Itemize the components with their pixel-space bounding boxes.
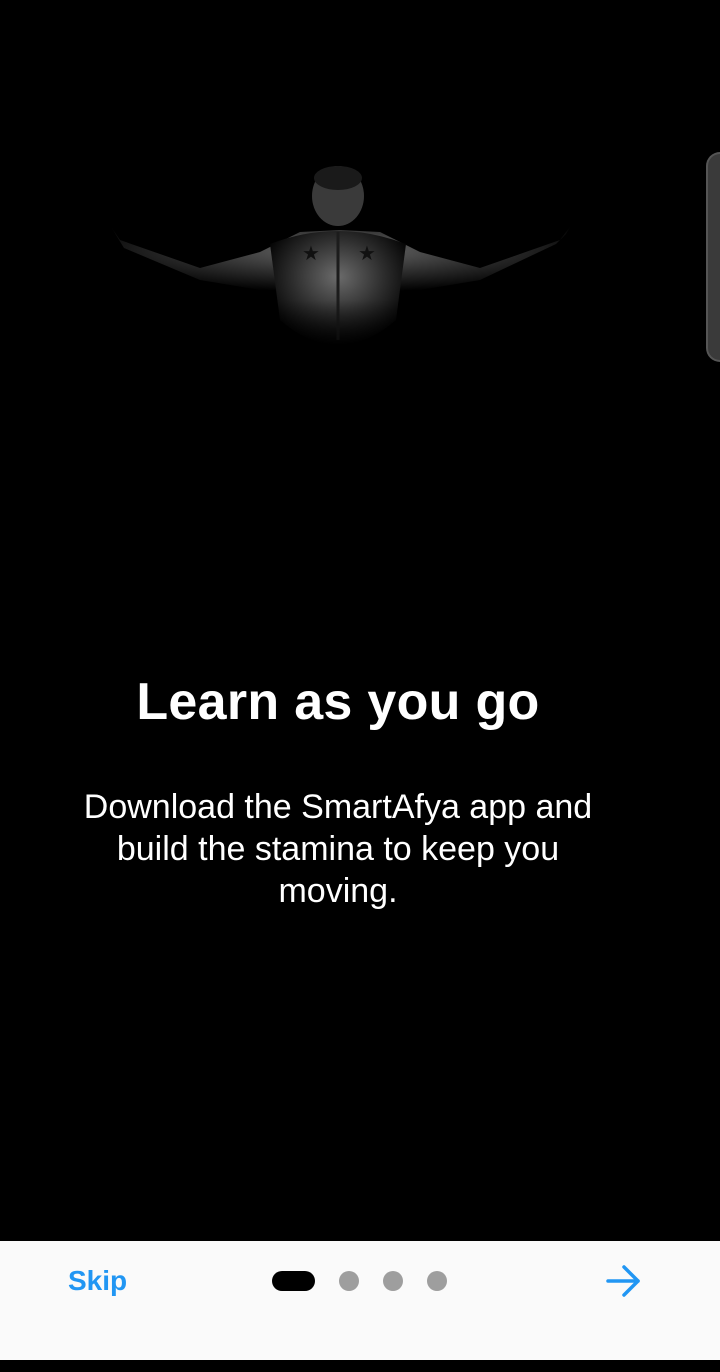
page-dot[interactable] (427, 1271, 447, 1291)
skip-button[interactable]: Skip (68, 1263, 127, 1299)
onboarding-screen: ★ ★ Learn as you go Download the SmartAf… (0, 0, 720, 1372)
svg-text:★: ★ (302, 241, 320, 265)
onboarding-description: Download the SmartAfya app and build the… (83, 788, 593, 910)
page-dot-active[interactable] (272, 1271, 315, 1291)
page-indicator (272, 1271, 447, 1291)
next-button[interactable] (602, 1259, 646, 1303)
edge-panel-handle[interactable] (706, 152, 720, 362)
arrow-right-icon (606, 1265, 640, 1297)
svg-text:★: ★ (358, 241, 376, 265)
page-dot[interactable] (383, 1271, 403, 1291)
page-dot[interactable] (339, 1271, 359, 1291)
onboarding-bottom-bar: Skip (0, 1241, 720, 1360)
hero-image: ★ ★ (0, 0, 720, 640)
onboarding-title: Learn as you go (136, 673, 540, 731)
navigation-bar-strip (0, 1360, 720, 1372)
